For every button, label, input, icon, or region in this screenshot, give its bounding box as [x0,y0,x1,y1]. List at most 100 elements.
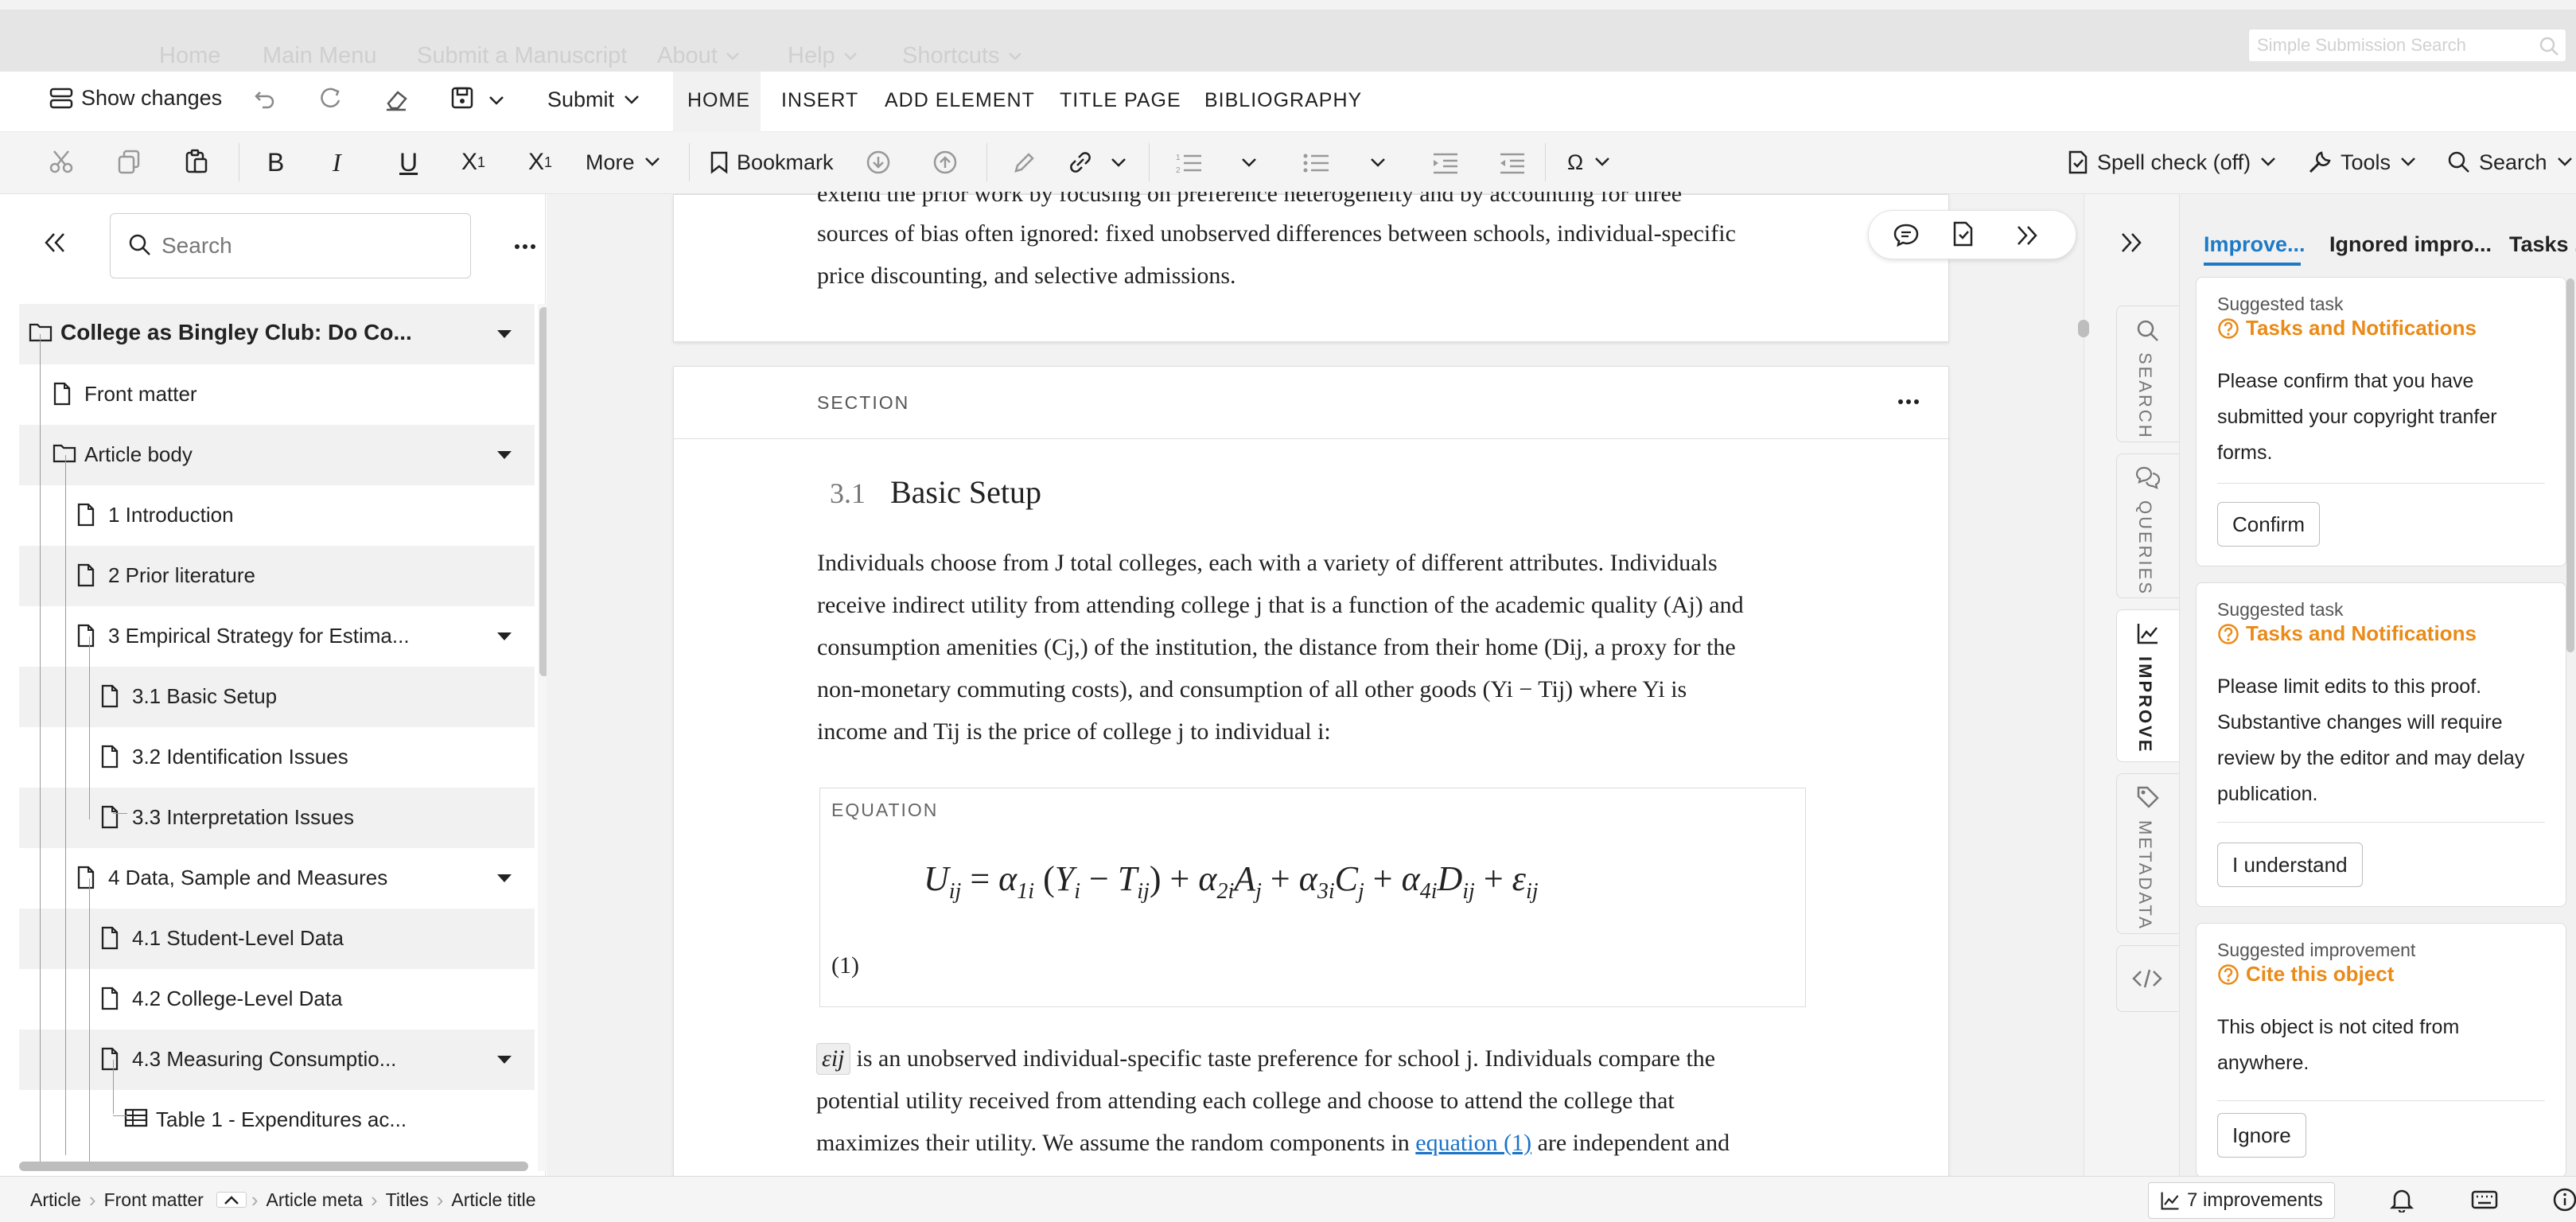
nav-main-menu[interactable]: Main Menu [263,43,376,69]
epsilon-inline-math[interactable]: εij [816,1043,850,1075]
chevron-down-icon[interactable] [1111,158,1127,169]
info-icon[interactable] [2552,1187,2576,1212]
upload-circle-icon[interactable] [932,150,958,175]
breadcrumb-item[interactable]: Article [22,1189,89,1211]
paragraph-1[interactable]: Individuals choose from J total colleges… [817,542,1744,753]
tree-row[interactable]: 4.1 Student-Level Data [19,909,535,969]
vtab-improve[interactable]: IMPROVE [2116,609,2180,762]
i-understand-button[interactable]: I understand [2217,843,2363,887]
breadcrumb-item[interactable]: Article meta [259,1189,371,1211]
underline-button[interactable]: U [399,146,418,178]
special-characters-button[interactable]: Ω [1567,146,1610,178]
sidebar-horizontal-scrollbar[interactable] [19,1162,528,1171]
chevron-up-icon[interactable] [216,1192,247,1208]
chevron-down-icon[interactable] [1241,158,1257,169]
tree-row[interactable]: 2 Prior literature [19,546,535,606]
caret-down-icon[interactable] [496,329,512,339]
equation-cross-reference-link[interactable]: equation (1) [1415,1130,1531,1156]
more-options-icon[interactable] [514,243,536,250]
tree-row[interactable]: 4.2 College-Level Data [19,969,535,1029]
vtab-metadata[interactable]: METADATA [2116,773,2180,934]
nav-home[interactable]: Home [159,43,220,69]
tree-row[interactable]: College as Bingley Club: Do Co... [19,304,535,364]
comment-icon[interactable] [1893,222,1920,247]
spell-check-button[interactable]: Spell check (off) [2067,146,2276,178]
tab-home[interactable]: HOME [687,89,750,112]
improvements-count-button[interactable]: 7 improvements [2148,1182,2335,1219]
chevron-down-icon[interactable] [488,95,504,107]
equation-block[interactable]: EQUATION Uij = α1i (Yi − Tij) + α2iAj + … [819,788,1806,1007]
tree-row[interactable]: 4.3 Measuring Consumptio... [19,1029,535,1090]
tab-improvements[interactable]: Improve... [2204,232,2306,257]
bookmark-button[interactable]: Bookmark [710,146,834,178]
more-formatting-button[interactable]: More [586,146,660,178]
copy-icon[interactable] [116,148,143,175]
confirm-button[interactable]: Confirm [2217,502,2321,547]
tools-button[interactable]: Tools [2307,146,2416,178]
tree-row[interactable]: Table 1 - Expenditures ac... [19,1090,535,1150]
expand-panel-icon[interactable] [2015,224,2041,247]
cut-icon[interactable] [48,148,75,175]
panel-resize-handle[interactable] [2078,320,2089,337]
show-changes-button[interactable]: Show changes [49,86,222,111]
search-icon[interactable] [2539,36,2559,56]
keyboard-icon[interactable] [2471,1189,2498,1211]
undo-icon[interactable] [253,88,277,111]
bell-icon[interactable] [2390,1187,2414,1212]
chevron-down-icon[interactable] [1370,158,1386,169]
caret-down-icon[interactable] [496,1055,512,1064]
tree-row[interactable]: 3.2 Identification Issues [19,727,535,788]
global-search-box[interactable] [2248,29,2566,62]
superscript-button[interactable]: X1 [528,146,552,178]
tree-row[interactable]: Front matter [19,364,535,425]
outdent-icon[interactable] [1499,151,1526,175]
nav-submit-manuscript[interactable]: Submit a Manuscript [417,43,627,69]
submit-menu-button[interactable]: Submit [547,88,640,112]
numbered-list-icon[interactable]: 12 [1176,151,1203,175]
tree-row[interactable]: 3.1 Basic Setup [19,667,535,727]
tab-add-element[interactable]: ADD ELEMENT [885,89,1035,112]
paste-icon[interactable] [183,148,210,175]
caret-down-icon[interactable] [496,450,512,460]
tree-row[interactable]: 3.3 Interpretation Issues [19,788,535,848]
outline-search-box[interactable] [110,213,471,278]
save-icon[interactable] [450,86,474,110]
vtab-queries[interactable]: QUERIES [2116,453,2180,598]
tab-tasks[interactable]: Tasks ... [2509,232,2576,257]
vtab-source-code[interactable] [2116,945,2180,1012]
tree-row[interactable]: Article body [19,425,535,485]
link-icon[interactable] [1066,150,1095,175]
section-title[interactable]: Basic Setup [890,473,1041,511]
collapse-sidebar-icon[interactable] [41,231,67,255]
pen-icon[interactable] [1012,151,1036,175]
nav-help[interactable]: Help [788,43,858,69]
tree-row[interactable]: 4 Data, Sample and Measures [19,848,535,909]
tab-ignored-improvements[interactable]: Ignored impro... [2329,232,2492,257]
caret-down-icon[interactable] [496,874,512,883]
indent-icon[interactable] [1432,151,1459,175]
breadcrumb-item[interactable]: Article title [443,1189,543,1211]
collapse-panel-icon[interactable] [2119,231,2145,255]
panel-scrollbar[interactable] [2566,278,2574,652]
more-options-icon[interactable] [1897,399,1920,405]
breadcrumb-item[interactable]: Titles [378,1189,437,1211]
tab-insert[interactable]: INSERT [781,89,858,112]
paragraph-2[interactable]: εij is an unobserved individual-specific … [816,1037,1730,1164]
redo-icon[interactable] [318,88,342,111]
outline-search-input[interactable] [161,228,456,263]
add-query-icon[interactable] [1951,220,1975,247]
eraser-icon[interactable] [383,88,409,111]
bold-button[interactable]: B [267,146,284,178]
breadcrumb-item[interactable]: Front matter [96,1189,212,1211]
ignore-button[interactable]: Ignore [2217,1113,2306,1158]
download-circle-icon[interactable] [866,150,891,175]
global-search-input[interactable] [2249,29,2520,61]
nav-shortcuts[interactable]: Shortcuts [902,43,1022,69]
subscript-button[interactable]: X1 [461,146,485,178]
vtab-search[interactable]: SEARCH [2116,306,2180,442]
tree-row[interactable]: 1 Introduction [19,485,535,546]
tab-bibliography[interactable]: BIBLIOGRAPHY [1204,89,1362,112]
bullet-list-icon[interactable] [1303,151,1330,175]
tree-row[interactable]: 3 Empirical Strategy for Estima... [19,606,535,667]
nav-about[interactable]: About [657,43,740,69]
